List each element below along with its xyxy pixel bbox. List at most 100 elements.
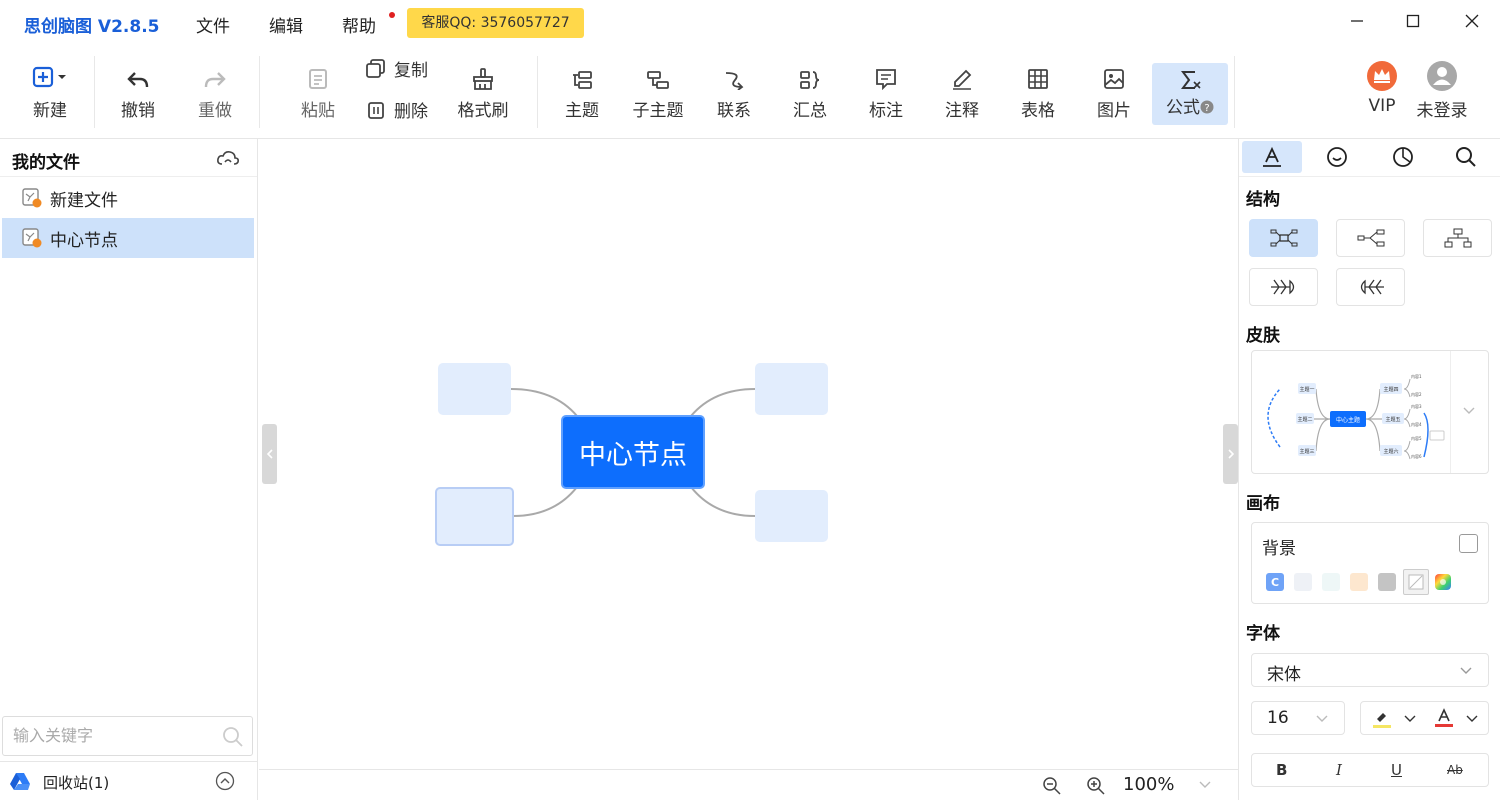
tab-icons[interactable]: [1307, 141, 1367, 173]
menu-edit[interactable]: 编辑: [269, 12, 303, 37]
undo-button[interactable]: 撤销: [102, 46, 174, 126]
support-qq-badge[interactable]: 客服QQ: 3576057727: [407, 8, 584, 38]
skin-subtopic-text: 内容6: [1411, 453, 1422, 459]
recycle-bin[interactable]: 回收站(1): [0, 761, 258, 800]
formula-button[interactable]: 公式?: [1152, 63, 1228, 125]
chevron-down-icon[interactable]: [1461, 405, 1477, 417]
search-icon[interactable]: [222, 726, 244, 748]
new-button[interactable]: 新建: [14, 46, 86, 126]
zoom-out-icon[interactable]: [1042, 776, 1062, 796]
font-title: 字体: [1246, 624, 1280, 644]
topic-node-empty[interactable]: [755, 490, 828, 542]
formula-icon: [1181, 71, 1201, 89]
color-swatch[interactable]: [1322, 573, 1340, 591]
relation-button[interactable]: 联系: [698, 46, 770, 126]
no-color-swatch[interactable]: [1403, 569, 1429, 595]
label-button[interactable]: 标注: [850, 46, 922, 126]
redo-button[interactable]: 重做: [179, 46, 251, 126]
copy-button[interactable]: 复制: [366, 56, 428, 81]
file-item[interactable]: 中心节点: [2, 218, 254, 258]
paste-button[interactable]: 粘贴: [282, 46, 354, 126]
chevron-down-icon[interactable]: [1403, 714, 1417, 724]
summary-button[interactable]: 汇总: [774, 46, 846, 126]
minimize-button[interactable]: [1342, 8, 1372, 34]
color-wheel-icon[interactable]: [1434, 573, 1452, 591]
topic-node-empty[interactable]: [438, 363, 511, 415]
background-label: 背景: [1262, 539, 1296, 559]
delete-icon: [368, 101, 384, 119]
close-button[interactable]: [1457, 8, 1487, 34]
theme-icon: [1393, 147, 1413, 167]
my-files-title: 我的文件: [12, 153, 80, 173]
zoom-in-icon[interactable]: [1086, 776, 1106, 796]
structure-fishbone-right[interactable]: [1249, 268, 1318, 306]
format-brush-button[interactable]: 格式刷: [447, 46, 519, 126]
topic-node-selected[interactable]: [435, 487, 514, 546]
maximize-icon: [1406, 14, 1420, 28]
color-swatch[interactable]: C: [1266, 573, 1284, 591]
copy-label: 复制: [394, 61, 428, 81]
node-connectors: [510, 388, 756, 517]
note-button[interactable]: 注释: [926, 46, 998, 126]
org-structure-icon: [1444, 228, 1471, 248]
topic-button[interactable]: 主题: [546, 46, 618, 126]
canvas-title: 画布: [1246, 494, 1280, 514]
image-icon: [1104, 69, 1124, 89]
redo-icon: [204, 72, 226, 88]
tab-search[interactable]: [1436, 141, 1496, 173]
chevron-down-icon[interactable]: [1197, 778, 1213, 792]
subtopic-button[interactable]: 子主题: [622, 46, 694, 126]
skin-title: 皮肤: [1246, 326, 1280, 346]
chevron-up-icon[interactable]: [215, 771, 235, 791]
mindmap-file-icon: [22, 188, 42, 208]
text-color-icon[interactable]: [1433, 708, 1455, 730]
topic-node-empty[interactable]: [755, 363, 828, 415]
structure-title: 结构: [1246, 190, 1280, 210]
center-node[interactable]: 中心节点: [561, 415, 705, 489]
recycle-bin-label: 回收站(1): [43, 774, 110, 792]
structure-mindmap[interactable]: [1249, 219, 1318, 257]
fishbone-left-icon: [1360, 279, 1384, 295]
structure-fishbone-left[interactable]: [1336, 268, 1405, 306]
mindmap-canvas[interactable]: 中心节点: [259, 139, 1238, 769]
table-label: 表格: [1021, 101, 1055, 121]
chevron-down-icon[interactable]: [1465, 714, 1479, 724]
login-button[interactable]: 未登录: [1406, 46, 1478, 126]
underline-button[interactable]: U: [1391, 761, 1402, 779]
skin-selector[interactable]: 中心主题 主题一 主题二 主题三 主题四 主题五 主题六 内容1 内容2 内容3…: [1251, 350, 1489, 474]
help-circle-icon[interactable]: ?: [1200, 100, 1214, 114]
vip-label: VIP: [1368, 96, 1396, 116]
label-icon: [876, 69, 896, 90]
font-size-select[interactable]: 16: [1251, 701, 1345, 735]
relation-label: 联系: [717, 101, 751, 121]
image-button[interactable]: 图片: [1078, 46, 1150, 126]
menu-help[interactable]: 帮助: [342, 12, 376, 37]
tab-style[interactable]: [1242, 141, 1302, 173]
font-family-select[interactable]: 宋体: [1251, 653, 1489, 687]
mindmap-structure-icon: [1270, 229, 1297, 247]
structure-org[interactable]: [1423, 219, 1492, 257]
mindmap-file-icon: [22, 228, 42, 248]
skin-topic-text: 主题二: [1297, 416, 1312, 423]
title-bar: 思创脑图 V2.8.5 文件 编辑 帮助 客服QQ: 3576057727: [0, 0, 1500, 46]
file-item[interactable]: 新建文件: [2, 178, 254, 218]
cloud-sync-icon[interactable]: [216, 148, 240, 168]
menu-file[interactable]: 文件: [196, 12, 230, 37]
color-swatch[interactable]: [1294, 573, 1312, 591]
tab-theme[interactable]: [1373, 141, 1433, 173]
strikethrough-button[interactable]: Ab: [1447, 763, 1463, 777]
bold-button[interactable]: B: [1276, 761, 1287, 779]
file-search-input[interactable]: [13, 717, 213, 753]
maximize-button[interactable]: [1398, 8, 1428, 34]
color-swatch[interactable]: [1350, 573, 1368, 591]
user-avatar-icon: [1427, 61, 1457, 91]
table-button[interactable]: 表格: [1002, 46, 1074, 126]
file-sidebar: 我的文件 新建文件 中心节点 回收站(1): [0, 139, 258, 800]
delete-button[interactable]: 删除: [366, 97, 428, 122]
color-swatch[interactable]: [1378, 573, 1396, 591]
structure-logic[interactable]: [1336, 219, 1405, 257]
italic-button[interactable]: I: [1336, 761, 1342, 779]
swatch-c-letter: C: [1270, 575, 1280, 589]
highlight-icon[interactable]: [1371, 709, 1393, 729]
background-checkbox[interactable]: [1459, 534, 1478, 553]
